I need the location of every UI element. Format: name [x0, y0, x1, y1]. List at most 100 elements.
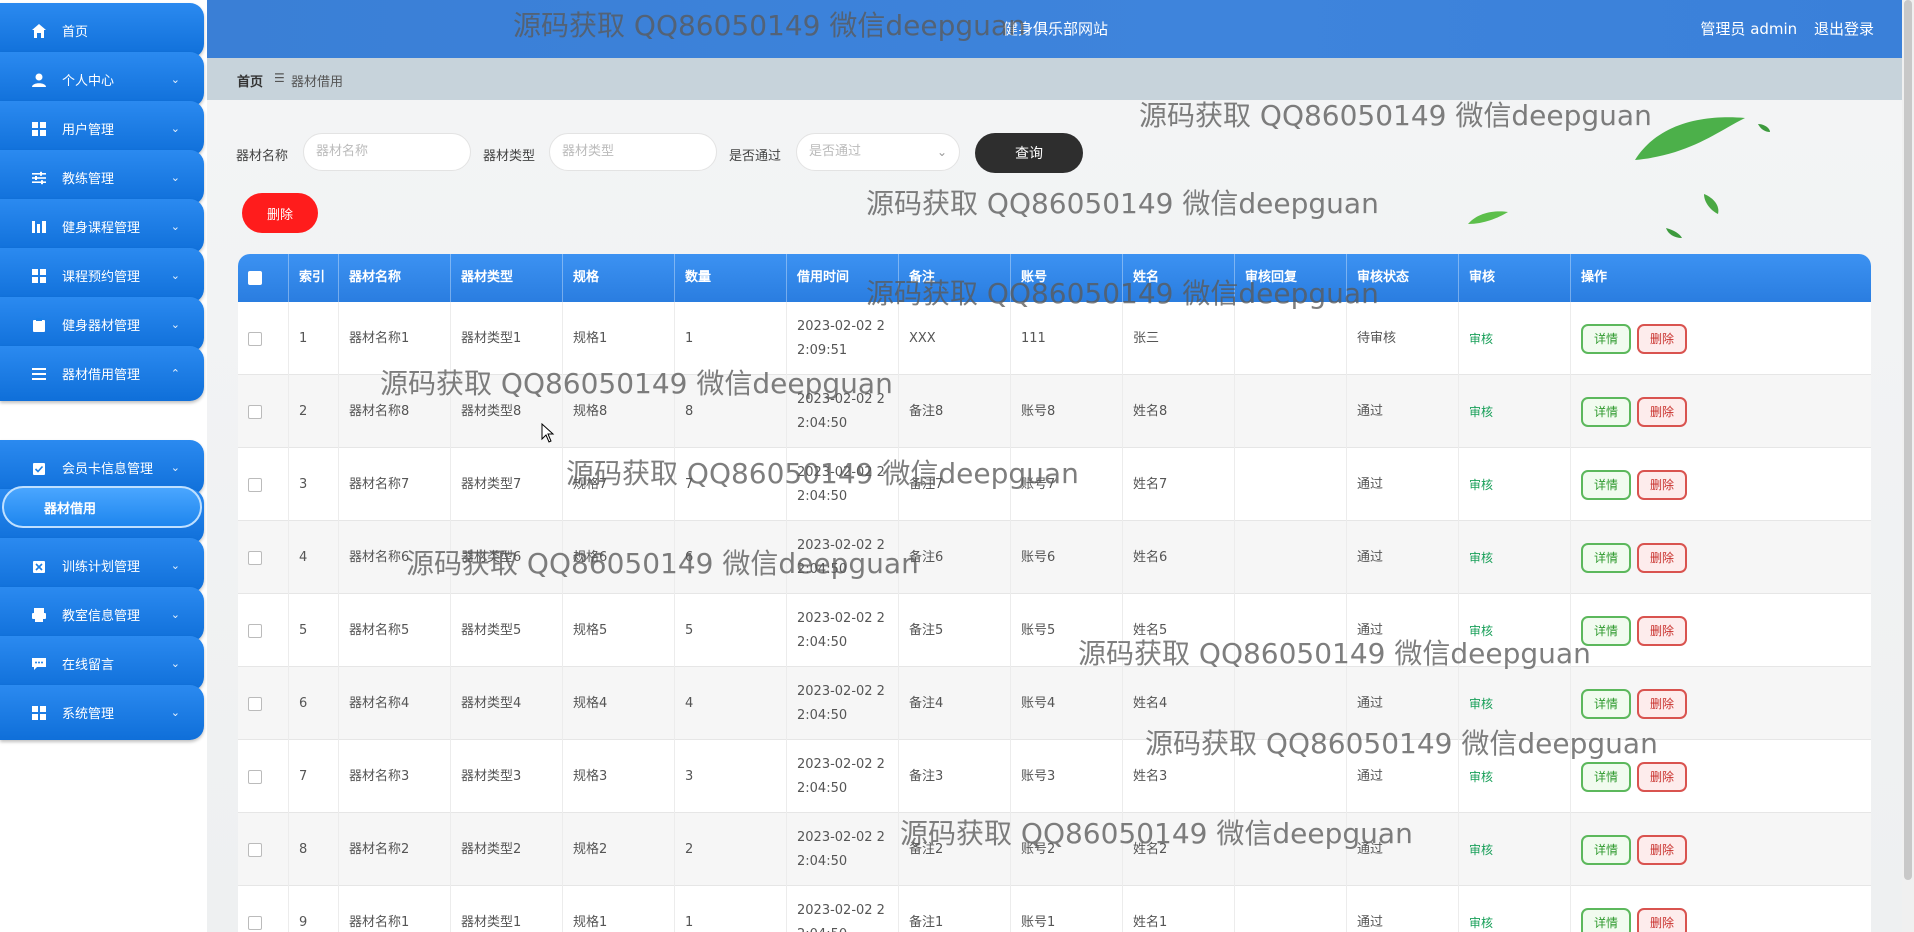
detail-button[interactable]: 详情: [1581, 615, 1631, 646]
cell-qty: 3: [674, 740, 786, 813]
row-delete-button[interactable]: 删除: [1637, 469, 1687, 500]
detail-button[interactable]: 详情: [1581, 469, 1631, 500]
sidebar-item-label: 个人中心: [62, 74, 115, 89]
sidebar-item-4[interactable]: 健身课程管理 ⌄: [0, 199, 204, 254]
cell-time: 2023-02-02 22:04:50: [786, 667, 898, 740]
leaf-decoration: [1758, 124, 1770, 132]
chart-icon: [30, 218, 48, 236]
cell-reply: [1234, 813, 1346, 886]
sidebar-item-label: 会员卡信息管理: [62, 462, 154, 477]
breadcrumb-home[interactable]: 首页: [237, 71, 263, 90]
grid-icon: [30, 704, 48, 722]
col-actions-header: 操作: [1570, 254, 1871, 302]
select-all-checkbox[interactable]: [248, 271, 262, 285]
cell-name: 器材名称3: [338, 740, 450, 813]
sidebar-item-12[interactable]: 在线留言 ⌄: [0, 636, 204, 691]
cell-time: 2023-02-02 22:04:50: [786, 375, 898, 448]
cell-status: 通过: [1346, 813, 1458, 886]
audit-link[interactable]: 审核: [1469, 911, 1493, 932]
cell-audit: 审核: [1458, 448, 1570, 521]
row-checkbox[interactable]: [248, 769, 262, 784]
row-checkbox[interactable]: [248, 404, 262, 419]
cell-type: 器材类型6: [450, 521, 562, 594]
sidebar-item-10[interactable]: 训练计划管理 ⌄: [0, 538, 204, 593]
name-search-input[interactable]: 器材名称: [303, 133, 471, 171]
detail-button[interactable]: 详情: [1581, 323, 1631, 354]
borrow-table: 索引 器材名称 器材类型 规格 数量 借用时间 备注 账号 姓名 审核回复 审核状态 审核 操作 1 器材…: [238, 254, 1871, 932]
row-checkbox[interactable]: [248, 331, 262, 346]
audit-link[interactable]: 审核: [1469, 838, 1493, 862]
cell-account: 账号4: [1010, 667, 1122, 740]
detail-button[interactable]: 详情: [1581, 761, 1631, 792]
row-delete-button[interactable]: 删除: [1637, 834, 1687, 865]
table-row: 5 器材名称5 器材类型5 规格5 5 2023-02-02 22:04:50 备注5 账号5…: [238, 594, 1871, 667]
row-select-cell: [238, 667, 288, 740]
row-delete-button[interactable]: 删除: [1637, 907, 1687, 932]
pass-select[interactable]: 是否通过 ⌄: [796, 133, 960, 171]
table-row: 4 器材名称6 器材类型6 规格6 6 2023-02-02 22:04:50 备注6 账号6…: [238, 521, 1871, 594]
audit-link[interactable]: 审核: [1469, 473, 1493, 497]
row-delete-button[interactable]: 删除: [1637, 542, 1687, 573]
cell-spec: 规格3: [562, 740, 674, 813]
detail-button[interactable]: 详情: [1581, 907, 1631, 932]
col-status-header: 审核状态: [1346, 254, 1458, 302]
detail-button[interactable]: 详情: [1581, 396, 1631, 427]
row-checkbox[interactable]: [248, 623, 262, 638]
sidebar-item-label: 器材借用管理: [62, 368, 141, 383]
sidebar-item-7[interactable]: 器材借用管理 ⌃: [0, 346, 204, 401]
page-scrollbar[interactable]: [1902, 0, 1914, 932]
sidebar-item-11[interactable]: 教室信息管理 ⌄: [0, 587, 204, 642]
table-row: 7 器材名称3 器材类型3 规格3 3 2023-02-02 22:04:50 备注3 账号3…: [238, 740, 1871, 813]
sidebar-subitem-equipment-borrow[interactable]: 器材借用: [2, 486, 202, 528]
grid-icon: [30, 267, 48, 285]
row-select-cell: [238, 448, 288, 521]
logout-link[interactable]: 退出登录: [1814, 20, 1874, 38]
cell-audit: 审核: [1458, 302, 1570, 375]
row-checkbox[interactable]: [248, 550, 262, 565]
cell-name: 器材名称1: [338, 302, 450, 375]
row-delete-button[interactable]: 删除: [1637, 323, 1687, 354]
query-button[interactable]: 查询: [975, 133, 1083, 173]
col-reply-header: 审核回复: [1234, 254, 1346, 302]
cell-time: 2023-02-02 22:04:50: [786, 813, 898, 886]
audit-link[interactable]: 审核: [1469, 546, 1493, 570]
detail-button[interactable]: 详情: [1581, 542, 1631, 573]
batch-delete-button[interactable]: 删除: [242, 193, 318, 233]
audit-link[interactable]: 审核: [1469, 765, 1493, 789]
row-checkbox[interactable]: [248, 696, 262, 711]
cell-time: 2023-02-02 22:04:50: [786, 448, 898, 521]
row-checkbox[interactable]: [248, 915, 262, 930]
scrollbar-thumb[interactable]: [1904, 0, 1912, 880]
sidebar-item-1[interactable]: 个人中心 ⌄: [0, 52, 204, 107]
sidebar-item-6[interactable]: 健身器材管理 ⌄: [0, 297, 204, 352]
cell-spec: 规格2: [562, 813, 674, 886]
col-account-header: 账号: [1010, 254, 1122, 302]
sidebar-item-13[interactable]: 系统管理 ⌄: [0, 685, 204, 740]
sidebar-item-3[interactable]: 教练管理 ⌄: [0, 150, 204, 205]
row-delete-button[interactable]: 删除: [1637, 688, 1687, 719]
detail-button[interactable]: 详情: [1581, 688, 1631, 719]
chevron-down-icon: ⌄: [170, 318, 180, 331]
type-search-label: 器材类型: [483, 149, 536, 164]
row-delete-button[interactable]: 删除: [1637, 761, 1687, 792]
row-checkbox[interactable]: [248, 477, 262, 492]
audit-link[interactable]: 审核: [1469, 692, 1493, 716]
row-delete-button[interactable]: 删除: [1637, 396, 1687, 427]
row-checkbox[interactable]: [248, 842, 262, 857]
cell-person: 姓名2: [1122, 813, 1234, 886]
audit-link[interactable]: 审核: [1469, 400, 1493, 424]
row-delete-button[interactable]: 删除: [1637, 615, 1687, 646]
type-search-input[interactable]: 器材类型: [549, 133, 717, 171]
sidebar-item-0[interactable]: 首页: [0, 3, 204, 58]
audit-link[interactable]: 审核: [1469, 619, 1493, 643]
home-icon: [30, 22, 48, 40]
sidebar-item-2[interactable]: 用户管理 ⌄: [0, 101, 204, 156]
audit-link[interactable]: 审核: [1469, 327, 1493, 351]
detail-button[interactable]: 详情: [1581, 834, 1631, 865]
cell-note: 备注5: [898, 594, 1010, 667]
col-spec-header: 规格: [562, 254, 674, 302]
chevron-down-icon: ⌄: [170, 269, 180, 282]
cell-reply: [1234, 886, 1346, 932]
sidebar-item-5[interactable]: 课程预约管理 ⌄: [0, 248, 204, 303]
chevron-down-icon: ⌄: [170, 559, 180, 572]
